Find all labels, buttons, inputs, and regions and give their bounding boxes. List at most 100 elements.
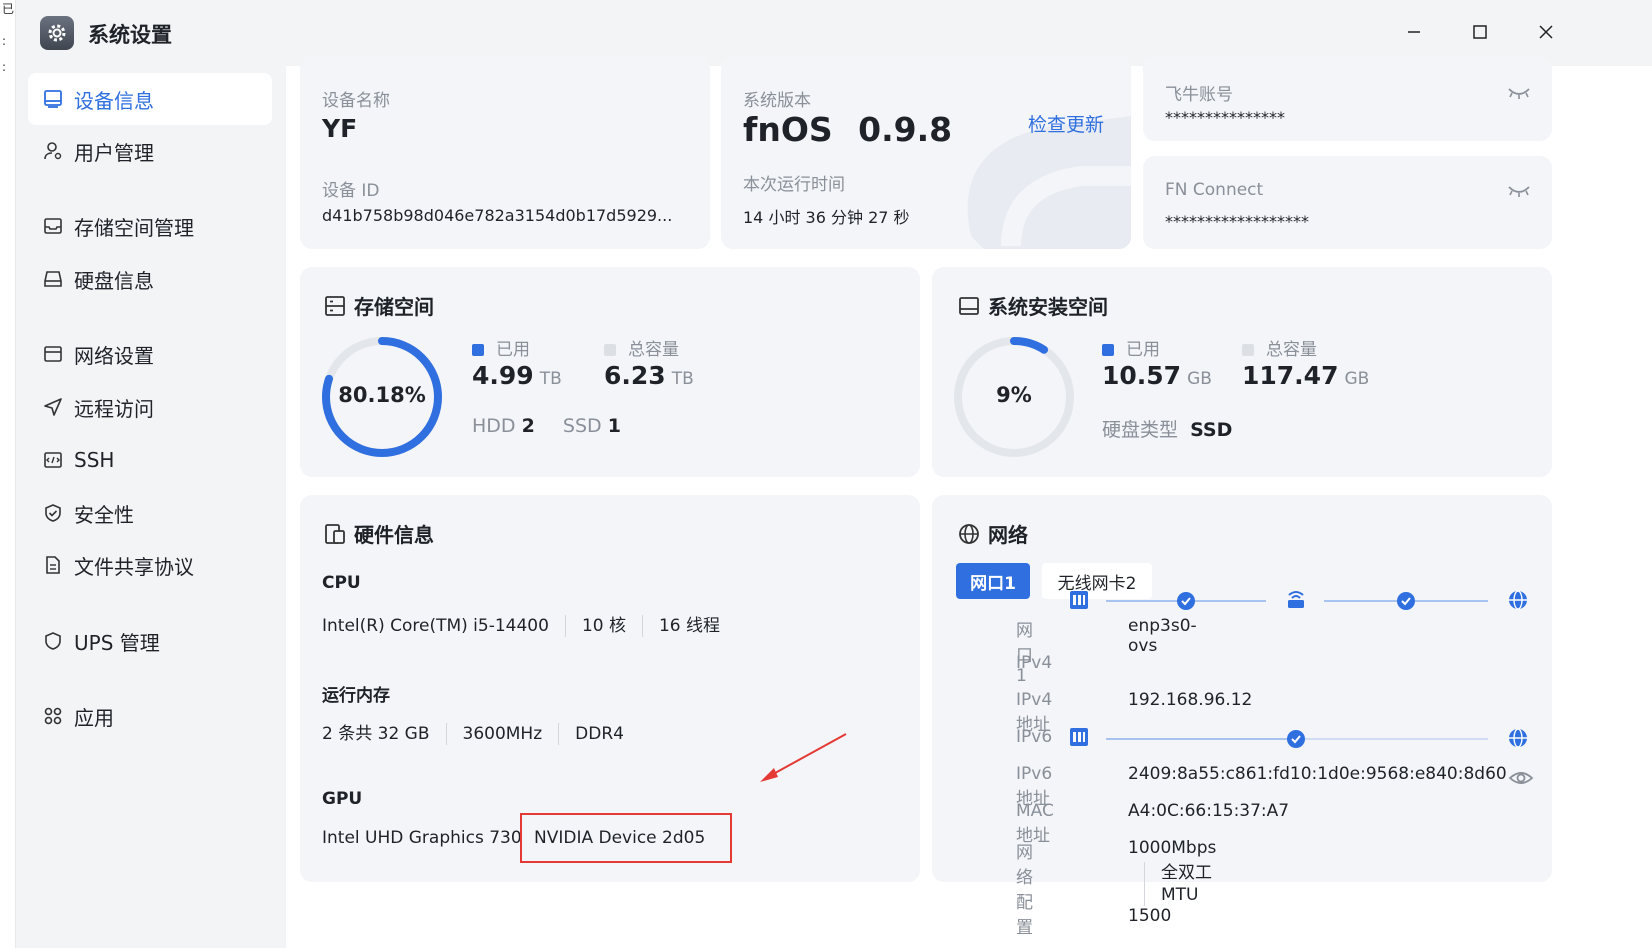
ipv4-address: 192.168.96.12 xyxy=(1128,690,1253,710)
device-card: 设备名称 YF 设备 ID d41b758b98d046e782a3154d0b… xyxy=(300,56,710,249)
network-config-label: 网络配置 xyxy=(1016,843,1033,938)
divider xyxy=(564,615,566,637)
ethernet-port-icon xyxy=(1070,591,1088,609)
legend-used-swatch xyxy=(472,344,484,356)
network-title: 网络 xyxy=(956,519,1028,548)
globe-icon xyxy=(956,521,982,547)
memory-details: 2 条共 32 GB 3600MHz DDR4 xyxy=(322,719,624,745)
eye-icon[interactable] xyxy=(1508,769,1534,787)
device-id-label: 设备 ID xyxy=(322,181,380,201)
sidebar-item-label: 远程访问 xyxy=(74,396,154,421)
sidebar-item-security[interactable]: 安全性 xyxy=(28,487,272,539)
close-icon xyxy=(1539,25,1553,39)
network-title-text: 网络 xyxy=(988,523,1028,547)
legend-total-label: 总容量 xyxy=(628,340,679,360)
check-update-link[interactable]: 检查更新 xyxy=(1028,110,1104,137)
sidebar-item-ssh[interactable]: SSH xyxy=(28,434,272,486)
memory-size: 2 条共 32 GB xyxy=(322,724,430,744)
router-icon xyxy=(1288,591,1304,608)
cpu-model: Intel(R) Core(TM) i5-14400 xyxy=(322,616,549,636)
sidebar-item-label: SSH xyxy=(74,448,115,472)
gpu-secondary: NVIDIA Device 2d05 xyxy=(534,828,706,848)
duplex-mode: 全双工 xyxy=(1161,863,1212,883)
cpu-label: CPU xyxy=(322,573,361,593)
ipv6-address: 2409:8a55:c861:fd10:1d0e:9568:e840:8d60 xyxy=(1128,764,1507,784)
sidebar-item-apps[interactable]: 应用 xyxy=(28,690,272,742)
memory-type: DDR4 xyxy=(575,724,624,744)
check-icon xyxy=(1287,730,1305,748)
sidebar-item-remote-access[interactable]: 远程访问 xyxy=(28,381,272,433)
gpu-label: GPU xyxy=(322,789,363,809)
minimize-button[interactable] xyxy=(1394,14,1434,50)
disk-icon xyxy=(956,293,982,319)
fn-connect-value: ****************** xyxy=(1165,212,1309,231)
divider xyxy=(445,723,447,745)
edge-glyph: : xyxy=(2,34,7,48)
sidebar-item-network[interactable]: 网络设置 xyxy=(28,328,272,380)
install-space-title-text: 系统安装空间 xyxy=(988,295,1108,319)
background-window-edge: 已 : : xyxy=(0,0,16,948)
edge-glyph: : xyxy=(2,60,7,74)
sidebar-item-label: 安全性 xyxy=(74,502,134,527)
feiniu-account-label: 飞牛账号 xyxy=(1165,85,1233,105)
hdd-count: 2 xyxy=(521,415,535,437)
disk-type-label: 硬盘类型 xyxy=(1102,419,1179,441)
storage-icon xyxy=(40,213,66,239)
fn-connect-label: FN Connect xyxy=(1165,180,1264,200)
legend-used: 已用 xyxy=(1102,335,1160,360)
network-config: 1000Mbps 全双工MTU 1500 xyxy=(1128,838,1216,926)
ipv6-label: IPv6 xyxy=(1016,727,1053,747)
link-speed: 1000Mbps xyxy=(1128,838,1217,858)
storage-percent: 80.18% xyxy=(338,383,426,407)
edge-glyph: 已 xyxy=(2,2,15,16)
storage-title-text: 存储空间 xyxy=(354,295,434,319)
sidebar-item-ups[interactable]: UPS 管理 xyxy=(28,615,272,667)
install-used-value: 10.57 GB xyxy=(1102,361,1212,390)
divider xyxy=(641,615,643,637)
storage-title: 存储空间 xyxy=(322,291,434,320)
system-version-card: 系统版本 fnOS 0.9.8 检查更新 本次运行时间 14 小时 36 分钟 … xyxy=(721,56,1131,249)
total-number: 117.47 xyxy=(1242,361,1339,390)
close-button[interactable] xyxy=(1526,14,1566,50)
mtu: MTU 1500 xyxy=(1128,885,1199,926)
eye-closed-icon[interactable] xyxy=(1507,184,1531,198)
legend-total-swatch xyxy=(1242,344,1254,356)
legend-used-label: 已用 xyxy=(1126,340,1160,360)
devices-icon xyxy=(322,521,348,547)
sidebar-item-storage[interactable]: 存储空间管理 xyxy=(28,200,272,252)
legend-used: 已用 xyxy=(472,335,530,360)
ipv4-label: IPv4 xyxy=(1016,653,1053,673)
feiniu-account-value: *************** xyxy=(1165,108,1285,127)
sidebar-item-label: UPS 管理 xyxy=(74,630,160,655)
total-unit: TB xyxy=(671,369,694,389)
sidebar-item-device-info[interactable]: 设备信息 xyxy=(28,73,272,125)
sidebar-item-file-sharing[interactable]: 文件共享协议 xyxy=(28,539,272,591)
shield-check-icon xyxy=(40,500,66,526)
memory-speed: 3600MHz xyxy=(462,724,543,744)
disk-type: 硬盘类型 SSD xyxy=(1102,415,1232,442)
sidebar-item-label: 文件共享协议 xyxy=(74,554,194,579)
sidebar-item-disks[interactable]: 硬盘信息 xyxy=(28,253,272,305)
annotation-arrow xyxy=(760,733,847,782)
used-number: 10.57 xyxy=(1102,361,1182,390)
storage-used-value: 4.99 TB xyxy=(472,361,562,390)
monitor-icon xyxy=(40,86,66,112)
eye-closed-icon[interactable] xyxy=(1507,86,1531,100)
sidebar-item-users[interactable]: 用户管理 xyxy=(28,125,272,177)
tab-port1[interactable]: 网口1 xyxy=(956,563,1030,599)
cpu-threads: 16 线程 xyxy=(658,616,721,636)
divider xyxy=(1144,884,1145,906)
disk-type-value: SSD xyxy=(1190,419,1233,441)
check-icon xyxy=(1397,592,1415,610)
divider xyxy=(1144,862,1145,884)
check-icon xyxy=(1177,592,1195,610)
shield-icon xyxy=(40,628,66,654)
install-space-percent: 9% xyxy=(996,383,1032,407)
send-icon xyxy=(40,394,66,420)
uptime-label: 本次运行时间 xyxy=(743,175,845,195)
device-id: d41b758b98d046e782a3154d0b17d5929... xyxy=(322,206,673,225)
globe-icon xyxy=(1509,728,1527,748)
sidebar-item-label: 用户管理 xyxy=(74,140,154,165)
minimize-icon xyxy=(1408,31,1420,33)
maximize-button[interactable] xyxy=(1460,14,1500,50)
